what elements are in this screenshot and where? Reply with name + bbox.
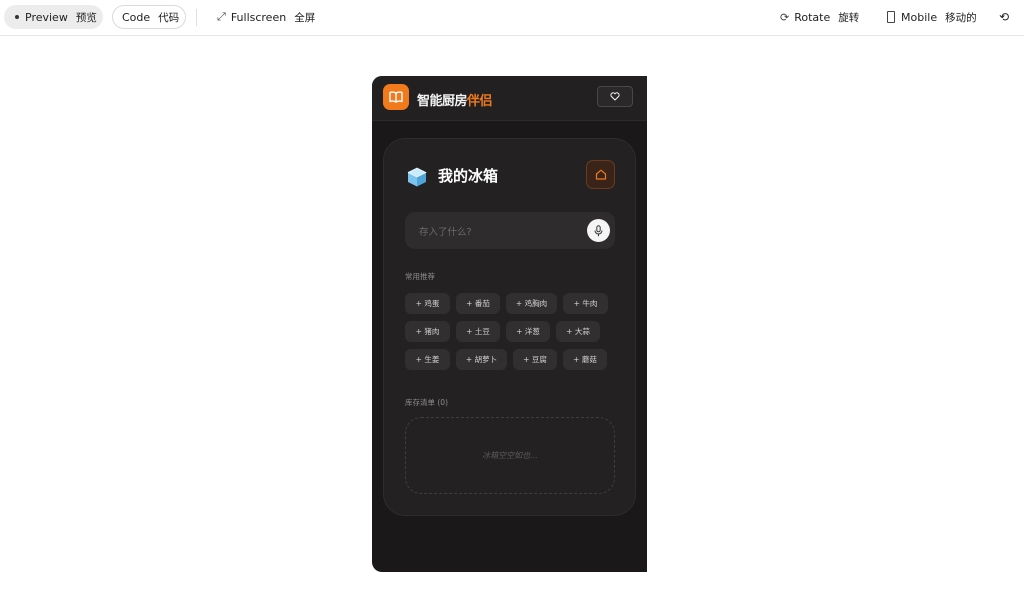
expand-icon: ⤢ [217,10,226,23]
mobile-icon [887,11,895,23]
rotate-button[interactable]: ⟳ Rotate 旋转 [780,5,859,29]
home-icon [595,169,606,180]
suggestion-chip[interactable]: + 猪肉 [405,321,450,342]
mobile-button[interactable]: Mobile 移动的 [887,5,977,29]
fridge-title: 我的冰箱 [438,167,499,185]
empty-state-text: 冰箱空空如也... [482,451,538,460]
inventory-empty-state: 冰箱空空如也... [405,417,615,494]
rotate-label-zh: 旋转 [838,11,860,24]
fullscreen-button[interactable]: ⤢ Fullscreen 全屏 [215,5,315,29]
suggestion-chip[interactable]: + 鸡胸肉 [506,293,557,314]
app-title: 智能厨房伴侣 [417,90,493,109]
preview-label: Preview [25,10,68,24]
app-header: 智能厨房伴侣 [372,76,647,121]
voice-input-button[interactable] [587,219,610,242]
ice-cube-icon [406,166,428,192]
rotate-icon: ⟳ [780,10,790,24]
favorite-button[interactable] [597,86,633,107]
book-icon [383,84,409,110]
suggestions-label: 常用推荐 [405,272,435,281]
microphone-icon [594,224,603,236]
refresh-icon: ⟲ [999,10,1010,24]
suggestion-chip[interactable]: + 鸡蛋 [405,293,450,314]
preview-label-zh: 预览 [75,11,97,24]
home-button[interactable] [586,160,615,189]
preview-button[interactable]: Preview 预览 [4,5,103,29]
chip-row: + 生姜 + 胡萝卜 + 豆腐 + 蘑菇 [405,349,620,370]
rotate-label: Rotate [794,10,831,24]
ingredient-input[interactable] [417,222,581,242]
mobile-label-zh: 移动的 [945,11,977,24]
suggestion-chip[interactable]: + 番茄 [456,293,500,314]
chip-row: + 鸡蛋 + 番茄 + 鸡胸肉 + 牛肉 [405,293,620,314]
suggestion-chip[interactable]: + 牛肉 [563,293,608,314]
suggestion-chip[interactable]: + 土豆 [456,321,500,342]
suggestion-chip[interactable]: + 生姜 [405,349,450,370]
mobile-label: Mobile [901,10,938,24]
suggestion-chip[interactable]: + 洋葱 [506,321,550,342]
chip-row: + 猪肉 + 土豆 + 洋葱 + 大蒜 [405,321,620,342]
code-label: Code [122,10,151,24]
app-title-main: 智能厨房 [417,94,468,109]
suggestion-chips: + 鸡蛋 + 番茄 + 鸡胸肉 + 牛肉 + 猪肉 + 土豆 + 洋葱 + 大蒜… [405,293,620,377]
app-title-accent: 伴侣 [467,94,493,109]
toolbar-divider [196,9,197,26]
suggestion-chip[interactable]: + 蘑菇 [563,349,607,370]
suggestion-chip[interactable]: + 豆腐 [513,349,557,370]
inventory-label: 库存清单 (0) [405,398,449,407]
code-label-zh: 代码 [158,11,180,24]
suggestion-chip[interactable]: + 大蒜 [556,321,600,342]
top-toolbar: Preview 预览 Code 代码 ⤢ Fullscreen 全屏 ⟳ Rot… [0,0,1024,36]
phone-preview: 智能厨房伴侣 我的冰箱 存入了什么? 常用推荐 + 鸡蛋 + 番茄 + 鸡胸肉 … [372,76,647,572]
ingredient-search-field [405,212,615,249]
code-button[interactable]: Code 代码 [112,5,186,29]
active-dot-icon [15,15,19,19]
suggestion-chip[interactable]: + 胡萝卜 [456,349,507,370]
fridge-card: 我的冰箱 常用推荐 + 鸡蛋 + 番茄 + 鸡胸肉 + 牛肉 [383,138,636,516]
heart-icon [610,92,620,101]
fullscreen-label-zh: 全屏 [294,11,316,24]
refresh-button[interactable]: ⟲ [999,5,1009,29]
fullscreen-label: Fullscreen [230,10,287,24]
